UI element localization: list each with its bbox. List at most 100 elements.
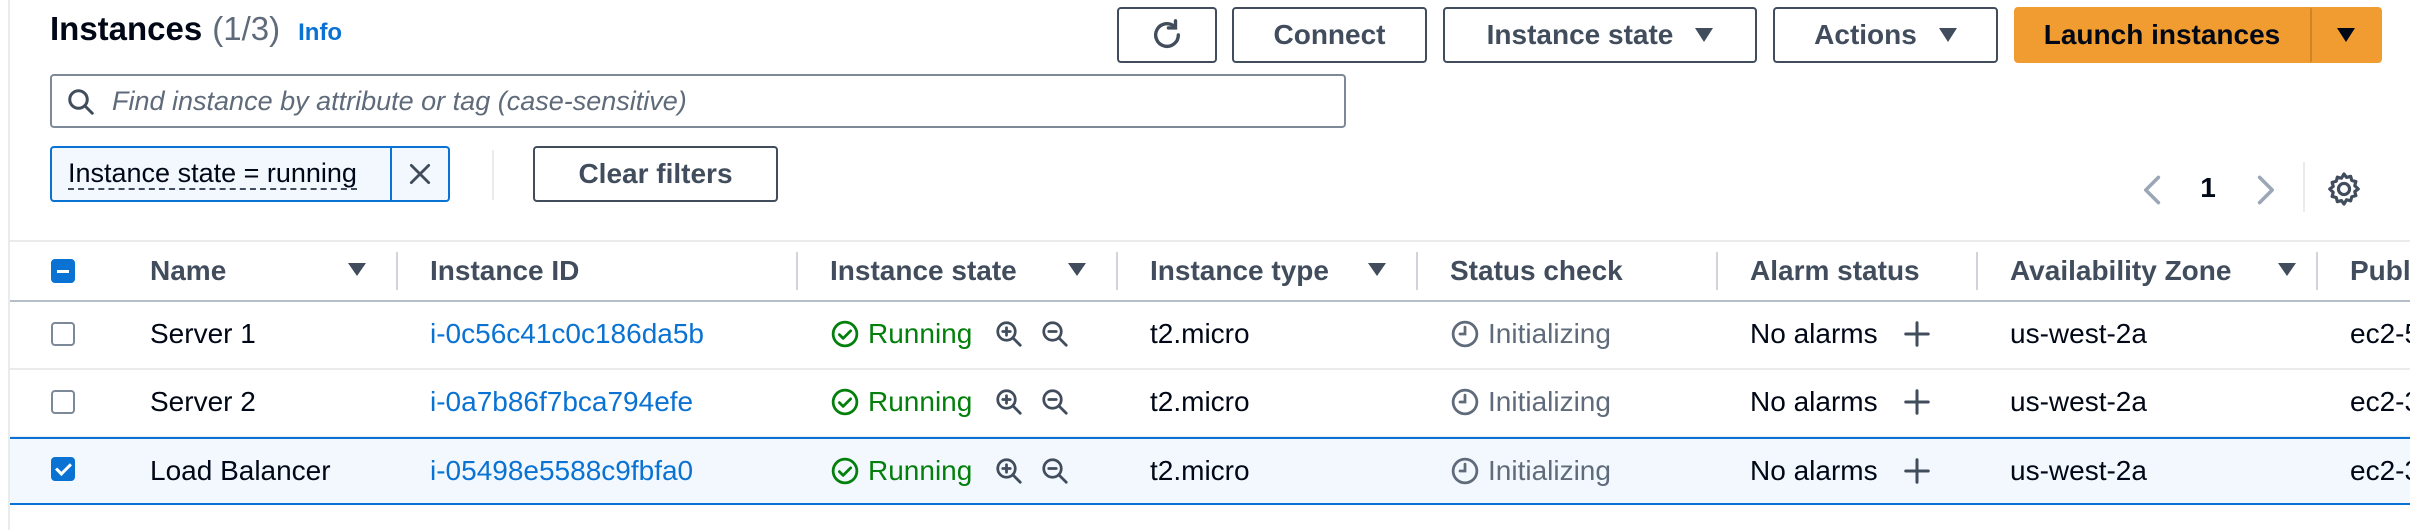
instance-state-label: Instance state: [1486, 19, 1674, 50]
clock-icon: [1450, 387, 1480, 417]
instance-state-text: Running: [868, 318, 973, 349]
add-alarm-plus-icon[interactable]: [1902, 456, 1932, 486]
table-header: Name Instance ID Instance state Instance…: [10, 240, 2410, 302]
add-alarm-plus-icon[interactable]: [1902, 319, 1932, 349]
public-dns: ec2-3: [2350, 455, 2410, 486]
sort-icon[interactable]: [2278, 263, 2296, 276]
check-circle-icon: [830, 456, 860, 486]
column-divider: [1116, 252, 1118, 290]
alarm-status-cell: No alarms: [1750, 370, 1932, 434]
sort-icon[interactable]: [348, 263, 366, 276]
launch-dropdown-button[interactable]: [2310, 7, 2382, 63]
chevron-left-icon[interactable]: [2138, 172, 2168, 208]
filter-token-label[interactable]: Instance state = running: [52, 148, 390, 200]
filter-token: Instance state = running: [50, 146, 450, 202]
instance-state-cell: Running: [830, 439, 1070, 503]
connect-button[interactable]: Connect: [1232, 7, 1427, 63]
check-circle-icon: [830, 387, 860, 417]
column-header-status-check[interactable]: Status check: [1450, 242, 1623, 300]
alarm-status-cell: No alarms: [1750, 302, 1932, 366]
sort-icon[interactable]: [1368, 263, 1386, 276]
caret-down-icon: [1695, 28, 1714, 42]
clear-filters-label: Clear filters: [578, 158, 733, 189]
column-divider: [2316, 252, 2318, 290]
status-check-cell: Initializing: [1450, 439, 1611, 503]
divider: [492, 150, 494, 200]
caret-down-icon: [1938, 28, 1957, 42]
search-field[interactable]: [50, 74, 1346, 128]
row-checkbox[interactable]: [51, 322, 75, 346]
zoom-in-icon[interactable]: [994, 456, 1024, 486]
table-row[interactable]: Server 1 i-0c56c41c0c186da5b Running t2.…: [10, 302, 2410, 370]
column-header-instance-type[interactable]: Instance type: [1150, 242, 1329, 300]
page-number[interactable]: 1: [2188, 172, 2228, 204]
zoom-in-icon[interactable]: [994, 319, 1024, 349]
zoom-in-icon[interactable]: [994, 387, 1024, 417]
alarm-status-cell: No alarms: [1750, 439, 1932, 503]
column-header-availability-zone[interactable]: Availability Zone: [2010, 242, 2231, 300]
status-check-text: Initializing: [1488, 318, 1611, 349]
caret-down-icon: [2337, 28, 2355, 42]
connect-label: Connect: [1273, 19, 1386, 50]
instance-name: Load Balancer: [150, 455, 331, 486]
zoom-out-icon[interactable]: [1040, 319, 1070, 349]
launch-instances-button[interactable]: Launch instances: [2014, 7, 2310, 63]
row-checkbox[interactable]: [51, 457, 75, 481]
instance-name: Server 2: [150, 386, 256, 417]
table-row[interactable]: Server 2 i-0a7b86f7bca794efe Running t2.…: [10, 370, 2410, 438]
instance-type: t2.micro: [1150, 386, 1250, 417]
instance-state-text: Running: [868, 386, 973, 417]
instance-type: t2.micro: [1150, 318, 1250, 349]
column-header-instance-state[interactable]: Instance state: [830, 242, 1017, 300]
instance-state-cell: Running: [830, 302, 1070, 366]
alarm-status-text: No alarms: [1750, 455, 1878, 486]
actions-button[interactable]: Actions: [1773, 7, 1998, 63]
instance-id-link[interactable]: i-0c56c41c0c186da5b: [430, 302, 704, 366]
availability-zone: us-west-2a: [2010, 455, 2147, 486]
column-header-instance-id[interactable]: Instance ID: [430, 242, 579, 300]
select-all-checkbox[interactable]: [51, 259, 75, 283]
column-header-public[interactable]: Publ: [2350, 242, 2410, 300]
column-divider: [1716, 252, 1718, 290]
instance-id-link[interactable]: i-05498e5588c9fbfa0: [430, 439, 693, 503]
status-check-text: Initializing: [1488, 455, 1611, 486]
column-divider: [1976, 252, 1978, 290]
chevron-right-icon[interactable]: [2250, 172, 2280, 208]
refresh-button[interactable]: [1117, 7, 1217, 63]
column-divider: [796, 252, 798, 290]
remove-filter-button[interactable]: [390, 148, 448, 200]
column-header-alarm-status[interactable]: Alarm status: [1750, 242, 1920, 300]
filter-token-text: Instance state = running: [68, 158, 357, 190]
refresh-icon: [1153, 19, 1181, 48]
add-alarm-plus-icon[interactable]: [1902, 387, 1932, 417]
actions-label: Actions: [1814, 19, 1917, 50]
column-header-name[interactable]: Name: [150, 242, 226, 300]
public-dns: ec2-5: [2350, 318, 2410, 349]
instance-state-button[interactable]: Instance state: [1443, 7, 1757, 63]
page-header: Instances (1/3) Info: [50, 10, 342, 60]
search-input[interactable]: [110, 84, 1344, 118]
instance-id-link[interactable]: i-0a7b86f7bca794efe: [430, 370, 693, 434]
public-dns: ec2-3: [2350, 386, 2410, 417]
clear-filters-button[interactable]: Clear filters: [533, 146, 778, 202]
instance-state-text: Running: [868, 455, 973, 486]
alarm-status-text: No alarms: [1750, 318, 1878, 349]
sort-icon[interactable]: [1068, 263, 1086, 276]
alarm-status-text: No alarms: [1750, 386, 1878, 417]
selection-count: (1/3): [212, 10, 281, 47]
status-check-cell: Initializing: [1450, 370, 1611, 434]
search-icon: [68, 89, 94, 115]
gear-icon[interactable]: [2325, 170, 2363, 208]
info-link[interactable]: Info: [298, 19, 342, 47]
instance-state-cell: Running: [830, 370, 1070, 434]
page-title: Instances: [50, 10, 203, 47]
table-row-selected[interactable]: Load Balancer i-05498e5588c9fbfa0 Runnin…: [10, 437, 2410, 505]
instance-name: Server 1: [150, 318, 256, 349]
row-checkbox[interactable]: [51, 390, 75, 414]
zoom-out-icon[interactable]: [1040, 456, 1070, 486]
instance-type: t2.micro: [1150, 455, 1250, 486]
zoom-out-icon[interactable]: [1040, 387, 1070, 417]
clock-icon: [1450, 456, 1480, 486]
check-circle-icon: [830, 319, 860, 349]
availability-zone: us-west-2a: [2010, 318, 2147, 349]
